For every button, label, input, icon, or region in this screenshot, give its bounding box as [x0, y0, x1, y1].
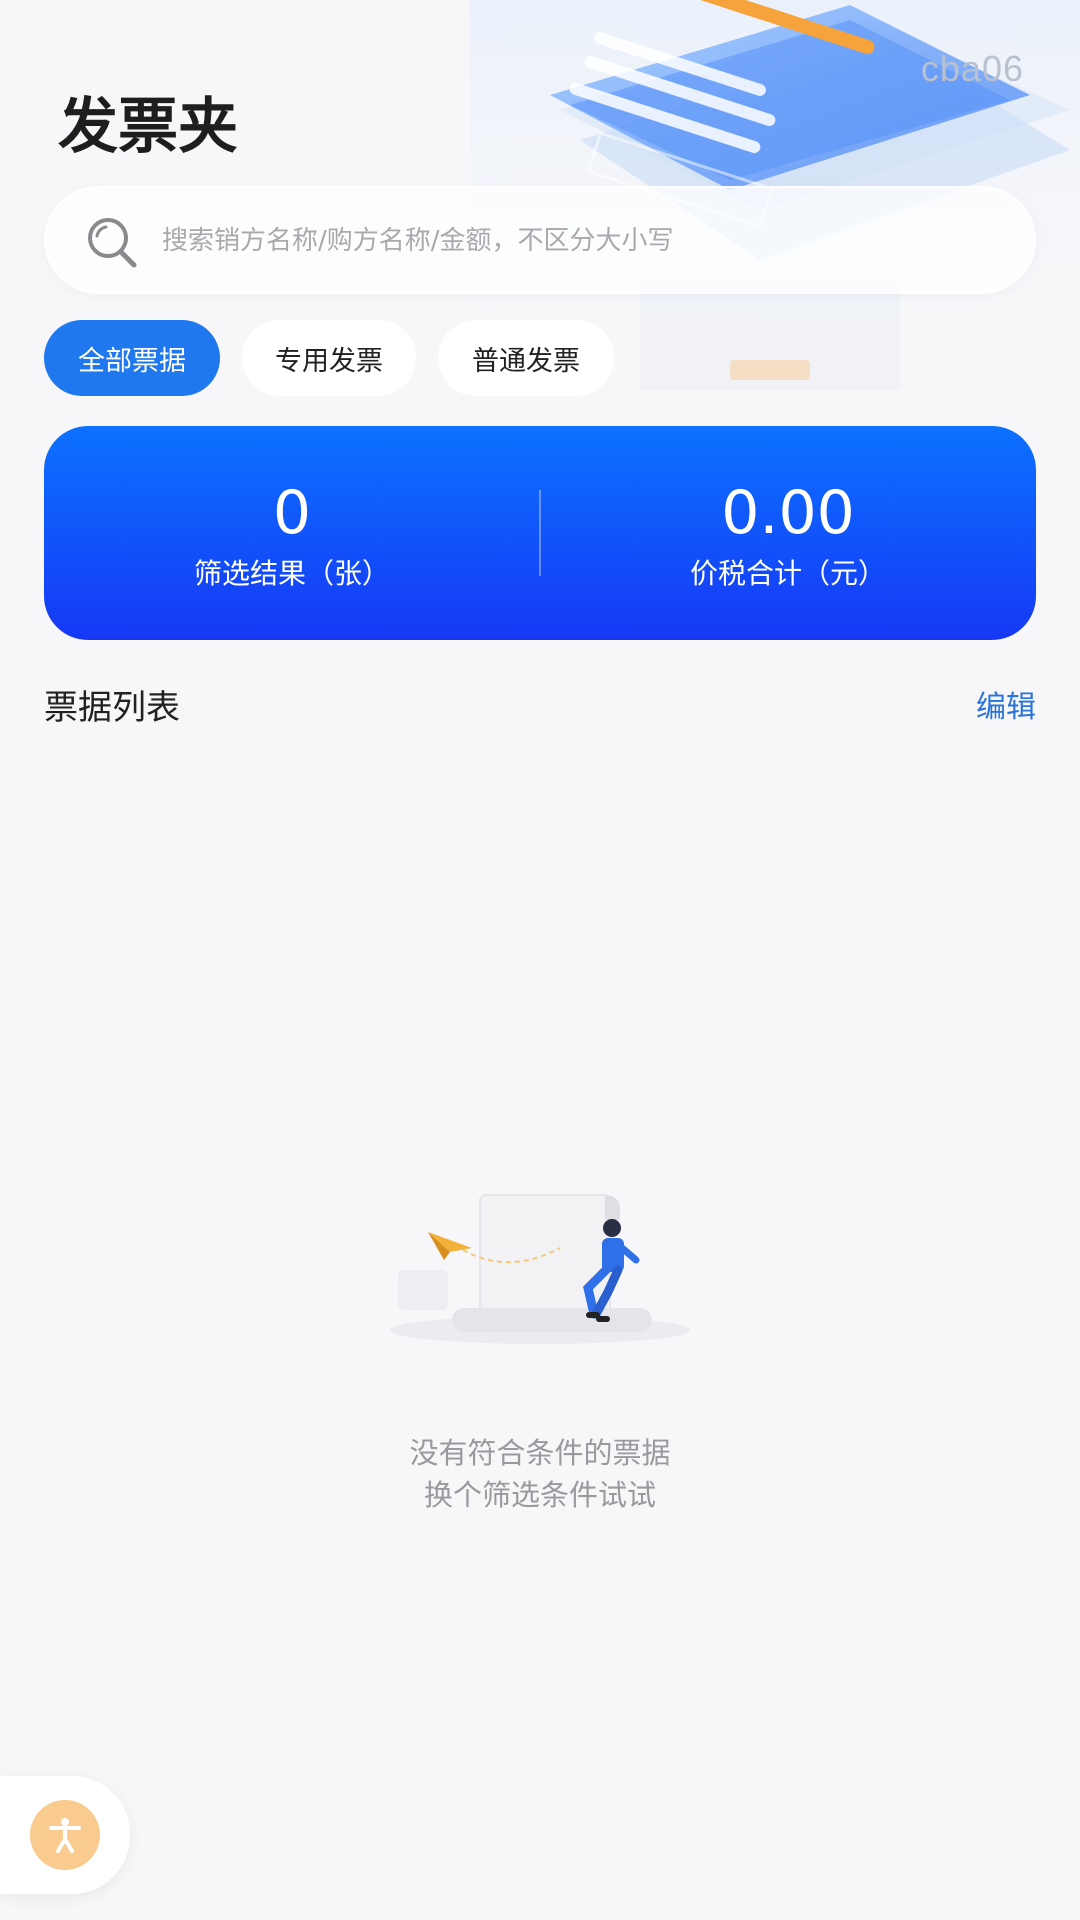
result-count-label: 筛选结果（张） — [193, 557, 390, 590]
result-count-value: 0 — [272, 478, 312, 548]
accessibility-fab-container — [0, 1776, 130, 1894]
empty-state-hint: 换个筛选条件试试 — [423, 1478, 656, 1512]
page-title: 发票夹 — [58, 92, 238, 162]
filter-tabs: 全部票据 专用发票 普通发票 — [44, 320, 636, 396]
search-bar[interactable] — [44, 186, 1036, 294]
invoice-folder-page: cba06 发票夹 全部票据 专用发票 普通发票 0 筛选结果（张） 0.00 … — [0, 0, 1080, 1920]
tax-total-label: 价税合计（元） — [689, 557, 886, 590]
empty-state-illustration-icon — [390, 1194, 690, 1344]
tab-all-invoices[interactable]: 全部票据 — [44, 320, 220, 396]
accessibility-button[interactable] — [30, 1800, 100, 1870]
result-count-block: 0 筛选结果（张） — [44, 426, 540, 640]
search-input[interactable] — [162, 212, 1002, 270]
summary-card: 0 筛选结果（张） 0.00 价税合计（元） — [44, 426, 1036, 640]
user-tag: cba06 — [920, 48, 1024, 89]
tax-total-block: 0.00 价税合计（元） — [540, 426, 1036, 640]
edit-button[interactable]: 编辑 — [976, 682, 1036, 726]
search-icon — [88, 218, 137, 268]
tab-special-invoices[interactable]: 专用发票 — [242, 320, 416, 396]
accessibility-icon — [49, 1818, 81, 1853]
invoice-list-title: 票据列表 — [44, 688, 180, 728]
tax-total-value: 0.00 — [721, 478, 855, 548]
empty-state-title: 没有符合条件的票据 — [409, 1436, 671, 1470]
tab-general-invoices[interactable]: 普通发票 — [438, 320, 614, 396]
